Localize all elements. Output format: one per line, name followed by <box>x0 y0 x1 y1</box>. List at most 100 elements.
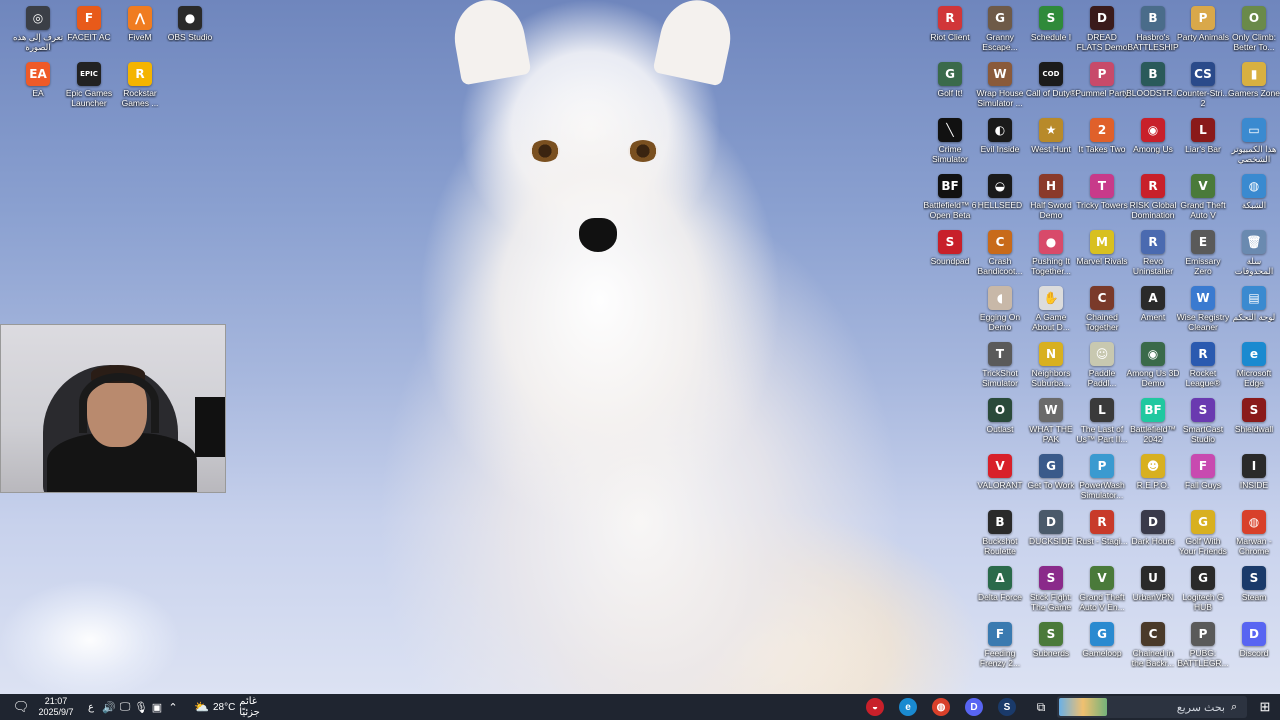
desktop-icon-inside[interactable]: I INSIDE <box>1227 454 1280 490</box>
desktop-icon-egging-on[interactable]: ◖ Egging On Demo <box>973 286 1027 332</box>
desktop-icon-among-us-3d[interactable]: ◉ Among Us 3D Demo <box>1126 342 1180 388</box>
desktop-icon-smartcast[interactable]: S SmartCast Studio <box>1176 398 1230 444</box>
desktop-icon-outlast[interactable]: O Outlast <box>973 398 1027 434</box>
desktop-icon-golf-with-friends[interactable]: G Golf With Your Friends <box>1176 510 1230 556</box>
desktop-icon-fivem[interactable]: ⋀ FiveM <box>113 6 167 42</box>
desktop-icon-logitech[interactable]: G Logitech G HUB <box>1176 566 1230 612</box>
desktop-icon-powerwash[interactable]: P PowerWash Simulator... <box>1075 454 1129 500</box>
desktop-icon-revo-uninstaller[interactable]: R Revo Uninstaller <box>1126 230 1180 276</box>
desktop-icon-liars-bar[interactable]: L Liar's Bar <box>1176 118 1230 154</box>
desktop-icon-dread-flats[interactable]: D DREAD FLATS Demo <box>1075 6 1129 52</box>
desktop-icon-gta-v[interactable]: V Grand Theft Auto V <box>1176 174 1230 220</box>
search-box[interactable]: بحث سريع ⌕ <box>1057 696 1247 718</box>
desktop-icon-chained-together[interactable]: C Chained Together <box>1075 286 1129 332</box>
desktop-icon-rocket-league[interactable]: R Rocket League® <box>1176 342 1230 388</box>
desktop-icon-rockstar[interactable]: R Rockstar Games ... <box>113 62 167 108</box>
desktop-icon-risk-global[interactable]: R RISK Global Domination <box>1126 174 1180 220</box>
desktop-icon-feeding-frenzy[interactable]: F Feeding Frenzy 2... <box>973 622 1027 668</box>
taskbar-app-steam[interactable]: S <box>996 694 1018 720</box>
desktop-icon-stick-fight[interactable]: S Stick Fight: The Game <box>1024 566 1078 612</box>
desktop-icon-recycle-bin[interactable]: 🗑 سلة المحذوفات <box>1227 230 1280 276</box>
taskbar-app-edge[interactable]: e <box>897 694 919 720</box>
taskbar-app-app-1[interactable]: ◒ <box>864 694 886 720</box>
desktop-icon-microsoft-edge[interactable]: e Microsoft Edge <box>1227 342 1280 388</box>
desktop-icon-gamers-zone[interactable]: ▮ Gamers Zone <box>1227 62 1280 98</box>
desktop-icon-a-game-about[interactable]: ✋ A Game About D... <box>1024 286 1078 332</box>
desktop-icon-valorant[interactable]: V VALORANT <box>973 454 1027 490</box>
desktop-icon-control-panel[interactable]: ▤ لوحة التحكم <box>1227 286 1280 322</box>
clock[interactable]: 21:07 2025/9/7 <box>34 694 78 720</box>
tray-app-icon[interactable]: ▣ <box>150 694 164 720</box>
start-button[interactable]: ⊞ <box>1254 694 1276 720</box>
desktop-icon-wise-registry[interactable]: W Wise Registry Cleaner <box>1176 286 1230 332</box>
taskbar-app-discord[interactable]: D <box>963 694 985 720</box>
desktop-icon-only-climb[interactable]: O Only Climb: Better To... <box>1227 6 1280 52</box>
desktop-icon-evil-inside[interactable]: ◐ Evil Inside <box>973 118 1027 154</box>
desktop-icon-ament[interactable]: A Ament <box>1126 286 1180 322</box>
desktop-icon-battlefield-6[interactable]: BF Battlefield™ 6 Open Beta <box>923 174 977 220</box>
desktop-icon-crime-simulator[interactable]: ╲ Crime Simulator <box>923 118 977 164</box>
desktop-icon-fall-guys[interactable]: F Fall Guys <box>1176 454 1230 490</box>
desktop-icon-west-hunt[interactable]: ★ West Hunt <box>1024 118 1078 154</box>
desktop-icon-discord[interactable]: D Discord <box>1227 622 1280 658</box>
desktop-icon-faceit-ac[interactable]: F FACEIT AC <box>62 6 116 42</box>
desktop-icon-dark-hours[interactable]: D Dark Hours <box>1126 510 1180 546</box>
desktop-icon-steam[interactable]: S Steam <box>1227 566 1280 602</box>
desktop-icon-get-to-work[interactable]: G Get To Work <box>1024 454 1078 490</box>
desktop-icon-half-sword[interactable]: H Half Sword Demo <box>1024 174 1078 220</box>
desktop-icon-shieldwall[interactable]: S Shieldwall <box>1227 398 1280 434</box>
desktop-icon-pummel-party[interactable]: P Pummel Party <box>1075 62 1129 98</box>
desktop-icon-pushing-it[interactable]: ● Pushing It Together... <box>1024 230 1078 276</box>
desktop-icon-marvel-rivals[interactable]: M Marvel Rivals <box>1075 230 1129 266</box>
desktop-icon-among-us[interactable]: ◉ Among Us <box>1126 118 1180 154</box>
desktop-icon-delta-force[interactable]: Δ Delta Force <box>973 566 1027 602</box>
chevron-up-icon[interactable]: ⌃ <box>166 694 180 720</box>
desktop-icon-buckshot[interactable]: B Buckshot Roulette <box>973 510 1027 556</box>
desktop-icon-soundpad[interactable]: S Soundpad <box>923 230 977 266</box>
network-icon[interactable]: 🖵 <box>118 694 132 720</box>
desktop-icon-it-takes-two[interactable]: 2 It Takes Two <box>1075 118 1129 154</box>
weather-widget[interactable]: ⛅ 28°C غائم جزئيًا <box>194 694 280 720</box>
input-language[interactable]: ع <box>84 694 98 720</box>
desktop-icon-counter-strike[interactable]: CS Counter-Stri... 2 <box>1176 62 1230 108</box>
desktop-icon-paddle-paddle[interactable]: ☺ Paddle Paddl... <box>1075 342 1129 388</box>
desktop-icon-ea[interactable]: EA EA <box>11 62 65 98</box>
desktop-icon-party-animals[interactable]: P Party Animals <box>1176 6 1230 42</box>
desktop-icon-golf-it[interactable]: G Golf It! <box>923 62 977 98</box>
desktop-icon-hellseed[interactable]: ◒ HELLSEED <box>973 174 1027 210</box>
desktop-icon-obs-studio[interactable]: ● OBS Studio <box>163 6 217 42</box>
desktop-icon-repo[interactable]: ☻ R.E.P.O. <box>1126 454 1180 490</box>
microphone-icon[interactable]: 🎙 <box>134 694 148 720</box>
desktop-icon-granny[interactable]: G Granny Escape... <box>973 6 1027 52</box>
desktop-icon-neighbors[interactable]: N Neighbors Suburba... <box>1024 342 1078 388</box>
desktop-icon-rust-staging[interactable]: R Rust - Stagi... <box>1075 510 1129 546</box>
desktop-icon-call-of-duty[interactable]: COD Call of Duty® <box>1024 62 1078 98</box>
desktop-icon-marwan-chrome[interactable]: ◍ Marwan - Chrome <box>1227 510 1280 556</box>
desktop-icon-gameloop[interactable]: G Gameloop <box>1075 622 1129 658</box>
desktop-icon-hasbros[interactable]: B Hasbro's BATTLESHIP <box>1126 6 1180 52</box>
taskbar-app-chrome[interactable]: ◍ <box>930 694 952 720</box>
desktop-icon-this-pc[interactable]: ▭ هذا الكمبيوتر الشخصي <box>1227 118 1280 164</box>
desktop-icon-tricky-towers[interactable]: T Tricky Towers <box>1075 174 1129 210</box>
desktop-icon-epic-games[interactable]: EPIC Epic Games Launcher <box>62 62 116 108</box>
desktop-icon-windows-access[interactable]: ◎ تعرف إلى هذه الصورة <box>11 6 65 52</box>
desktop-icon-duckside[interactable]: D DUCKSIDE <box>1024 510 1078 546</box>
desktop-icon-network[interactable]: ◍ الشبكة <box>1227 174 1280 210</box>
desktop-icon-what-the-pak[interactable]: W WHAT THE PAK <box>1024 398 1078 444</box>
desktop-icon-wrap-house[interactable]: W Wrap House Simulator ... <box>973 62 1027 108</box>
desktop-icon-subnerds[interactable]: S Subnerds <box>1024 622 1078 658</box>
desktop-icon-last-of-us[interactable]: L The Last of Us™ Part II... <box>1075 398 1129 444</box>
desktop-icon-chained-backrooms[interactable]: C Chained in the Backr... <box>1126 622 1180 668</box>
desktop-icon-trickshot[interactable]: T TrickShot Simulator <box>973 342 1027 388</box>
desktop-icon-riot-client[interactable]: R Riot Client <box>923 6 977 42</box>
desktop-icon-bloodstrike[interactable]: B BLOODSTR... <box>1126 62 1180 98</box>
desktop-icon-schedule[interactable]: S Schedule I <box>1024 6 1078 42</box>
desktop-icon-crash-bandicoot[interactable]: C Crash Bandicoot... <box>973 230 1027 276</box>
notification-center-icon[interactable]: 🗨 <box>10 694 32 720</box>
volume-icon[interactable]: 🔊 <box>102 694 116 720</box>
desktop-icon-urbanvpn[interactable]: U UrbanVPN <box>1126 566 1180 602</box>
desktop-icon-battlefield-2042[interactable]: BF Battlefield™ 2042 <box>1126 398 1180 444</box>
desktop-icon-pubg[interactable]: P PUBG: BATTLEGR... <box>1176 622 1230 668</box>
desktop-icon-emissary-zero[interactable]: E Emissary Zero <box>1176 230 1230 276</box>
desktop-icon-gta-enhanced[interactable]: V Grand Theft Auto V En... <box>1075 566 1129 612</box>
